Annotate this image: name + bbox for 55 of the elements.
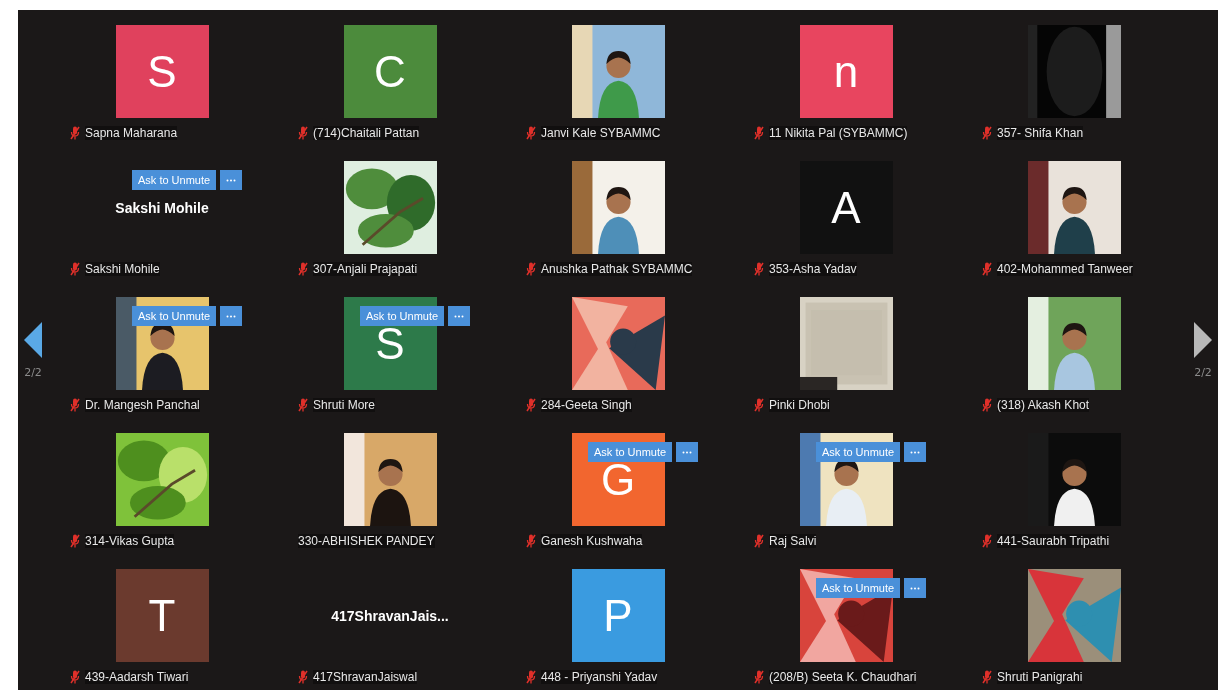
participant-name: Ganesh Kushwaha — [541, 534, 643, 548]
participant-name: 402-Mohammed Tanweer — [997, 262, 1133, 276]
more-icon — [910, 586, 921, 590]
participant-name: 439-Aadarsh Tiwari — [85, 670, 189, 684]
participant-name: Pinki Dhobi — [769, 398, 830, 412]
more-button[interactable] — [904, 578, 927, 598]
participant-name: 330-ABHISHEK PANDEY — [298, 534, 435, 548]
participant-name: Janvi Kale SYBAMMC — [541, 126, 661, 140]
avatar: S — [115, 25, 209, 118]
participant-name: 11 Nikita Pal (SYBAMMC) — [769, 126, 908, 140]
participant-name: Sakshi Mohile — [85, 262, 160, 276]
avatar: C — [343, 25, 437, 118]
participant-name: (318) Akash Khot — [997, 398, 1090, 412]
more-button[interactable] — [676, 442, 699, 462]
avatar: n — [799, 25, 893, 118]
participant-name: Sapna Maharana — [85, 126, 178, 140]
page-indicator: 2/2 — [24, 365, 42, 379]
ask-to-unmute-button[interactable]: Ask to Unmute — [816, 578, 901, 598]
participant-name: Anushka Pathak SYBAMMC — [541, 262, 693, 276]
ask-to-unmute-button[interactable]: Ask to Unmute — [132, 170, 217, 190]
ask-to-unmute-button[interactable]: Ask to Unmute — [132, 306, 217, 326]
more-button[interactable] — [904, 442, 927, 462]
participant-name: (714)Chaitali Pattan — [313, 126, 420, 140]
more-button[interactable] — [220, 306, 243, 326]
ask-to-unmute-button[interactable]: Ask to Unmute — [360, 306, 445, 326]
ask-to-unmute-button[interactable]: Ask to Unmute — [588, 442, 673, 462]
more-icon — [910, 450, 921, 454]
participant-name: 284-Geeta Singh — [541, 398, 632, 412]
avatar: P — [571, 569, 665, 662]
participant-name: 357- Shifa Khan — [997, 126, 1084, 140]
more-icon — [682, 450, 693, 454]
next-page-arrow-icon[interactable] — [1194, 321, 1212, 358]
page-indicator: 2/2 — [1194, 365, 1212, 379]
participant-name: 353-Asha Yadav — [769, 262, 857, 276]
ask-to-unmute-button[interactable]: Ask to Unmute — [816, 442, 901, 462]
participant-name: Shruti More — [313, 398, 376, 412]
participant-name: 314-Vikas Gupta — [85, 534, 175, 548]
participant-name: 417ShravanJais... — [331, 607, 449, 624]
avatar: T — [115, 569, 209, 662]
more-icon — [226, 314, 237, 318]
participant-name: 417ShravanJaiswal — [313, 670, 418, 684]
participant-name: Shruti Panigrahi — [997, 670, 1083, 684]
more-icon — [454, 314, 465, 318]
previous-page-arrow-icon[interactable] — [24, 321, 42, 358]
participant-name: 441-Saurabh Tripathi — [997, 534, 1110, 548]
participant-name: Raj Salvi — [769, 534, 817, 548]
more-button[interactable] — [220, 170, 243, 190]
avatar: A — [799, 161, 893, 254]
more-icon — [226, 178, 237, 182]
participant-name: Sakshi Mohile — [115, 199, 209, 216]
participant-name: Dr. Mangesh Panchal — [85, 398, 200, 412]
participant-name: (208/B) Seeta K. Chaudhari — [769, 670, 917, 684]
more-button[interactable] — [448, 306, 471, 326]
participant-name: 307-Anjali Prajapati — [313, 262, 418, 276]
participant-name: 448 - Priyanshi Yadav — [541, 670, 658, 684]
